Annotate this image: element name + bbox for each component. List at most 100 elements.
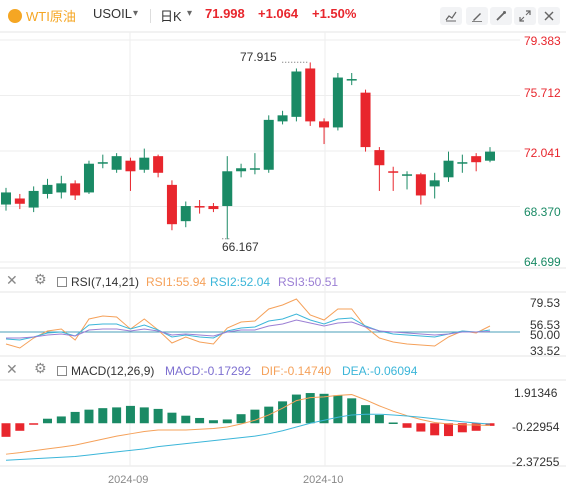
macd-bar <box>402 423 412 428</box>
candle-body <box>388 171 399 173</box>
candle-body <box>263 119 274 170</box>
macd-axis-label: -0.22954 <box>512 420 560 434</box>
low-annotation: 66.167 <box>222 240 259 254</box>
macd-bar <box>291 394 301 424</box>
macd-bar <box>139 407 149 424</box>
candle-body <box>42 184 53 194</box>
macd-bar <box>98 408 108 424</box>
close-icon[interactable]: ✕ <box>6 361 18 378</box>
candle-body <box>194 206 205 208</box>
macd-bar <box>416 423 426 432</box>
candle-body <box>139 157 150 170</box>
settings-icon[interactable]: ⚙ <box>34 360 47 377</box>
candle-body <box>70 183 81 196</box>
candle-body <box>83 163 94 193</box>
rsi-axis-label: 50.00 <box>530 328 561 342</box>
rsi-axis-label: 33.52 <box>530 344 561 358</box>
macd-bar <box>471 423 481 431</box>
macd-bar <box>84 409 94 424</box>
candle-body <box>222 171 233 207</box>
dif-value: DIF:-0.14740 <box>261 364 332 378</box>
macd-bar <box>125 405 135 424</box>
candle-body <box>277 115 288 122</box>
close-icon[interactable]: ✕ <box>6 272 18 289</box>
dea-value: DEA:-0.06094 <box>342 364 418 378</box>
checkbox-icon[interactable] <box>57 277 67 287</box>
macd-bar <box>15 423 25 431</box>
rsi-line-2 <box>5 313 491 341</box>
candle-body <box>332 77 343 128</box>
macd-bar <box>278 401 288 424</box>
rsi1-value: RSI1:55.94 <box>146 275 207 289</box>
candle-body <box>166 184 177 225</box>
macd-bar <box>112 407 122 424</box>
rsi-header: ✕ ⚙ RSI(7,14,21) RSI1:55.94 RSI2:52.04 R… <box>0 271 520 293</box>
price-axis-label: 79.383 <box>524 34 561 48</box>
macd-title: MACD(12,26,9) <box>71 364 155 378</box>
candle-body <box>249 168 260 170</box>
candle-body <box>346 79 357 81</box>
macd-bar <box>29 423 39 425</box>
macd-axis-label: 1.91346 <box>514 386 558 400</box>
macd-header: ✕ ⚙ MACD(12,26,9) MACD:-0.17292 DIF:-0.1… <box>0 360 520 382</box>
macd-bar <box>181 415 191 424</box>
candle-body <box>56 183 67 193</box>
macd-bar <box>70 411 80 424</box>
candle-body <box>360 92 371 148</box>
macd-bar <box>444 423 454 437</box>
candle-body <box>305 68 316 122</box>
macd-bar <box>333 395 343 424</box>
macd-bar <box>1 423 11 437</box>
candle-body <box>443 160 454 178</box>
rsi-line-1 <box>5 298 491 349</box>
price-axis-label: 68.370 <box>524 205 561 219</box>
candle-body <box>1 192 11 205</box>
candle-body <box>28 190 39 208</box>
macd-axis-label: -2.37255 <box>512 455 560 469</box>
x-axis-label: 2024-10 <box>303 474 344 486</box>
macd-bar <box>208 420 218 424</box>
macd-bar <box>153 408 163 424</box>
macd-bar <box>430 423 440 436</box>
candle-body <box>208 206 219 210</box>
candle-body <box>429 180 440 187</box>
candle-body <box>402 174 413 176</box>
macd-value: MACD:-0.17292 <box>165 364 252 378</box>
rsi-axis-label: 79.53 <box>530 296 561 310</box>
checkbox-icon[interactable] <box>57 366 67 376</box>
macd-bar <box>222 419 232 424</box>
rsi3-value: RSI3:50.51 <box>278 275 339 289</box>
candle-body <box>291 71 302 117</box>
candle-body <box>14 198 25 204</box>
macd-bar <box>56 416 66 424</box>
settings-icon[interactable]: ⚙ <box>34 271 47 288</box>
rsi-title: RSI(7,14,21) <box>71 275 140 289</box>
candle-body <box>111 156 122 170</box>
macd-bar <box>388 422 398 424</box>
candle-body <box>125 160 136 172</box>
macd-bar <box>374 414 384 424</box>
candle-body <box>374 150 385 166</box>
candle-body <box>319 121 330 128</box>
candle-body <box>415 174 426 196</box>
macd-bar <box>319 393 329 424</box>
candle-body <box>471 156 482 163</box>
high-annotation: 77.915 <box>240 50 277 64</box>
chart-canvas[interactable] <box>0 0 566 493</box>
candle-body <box>180 206 191 222</box>
rsi2-value: RSI2:52.04 <box>210 275 271 289</box>
macd-bar <box>195 417 205 424</box>
price-axis-label: 75.712 <box>524 86 561 100</box>
macd-bar <box>42 418 52 424</box>
macd-bar <box>347 398 357 424</box>
candle-body <box>485 151 495 161</box>
price-axis-label: 72.041 <box>524 146 561 160</box>
candle-body <box>153 156 164 173</box>
x-axis-label: 2024-09 <box>108 474 149 486</box>
candle-body <box>457 162 468 164</box>
macd-bar <box>167 412 177 424</box>
candle-body <box>97 162 108 164</box>
price-axis-label: 64.699 <box>524 255 561 269</box>
macd-bar <box>236 414 246 424</box>
candle-body <box>236 168 247 172</box>
